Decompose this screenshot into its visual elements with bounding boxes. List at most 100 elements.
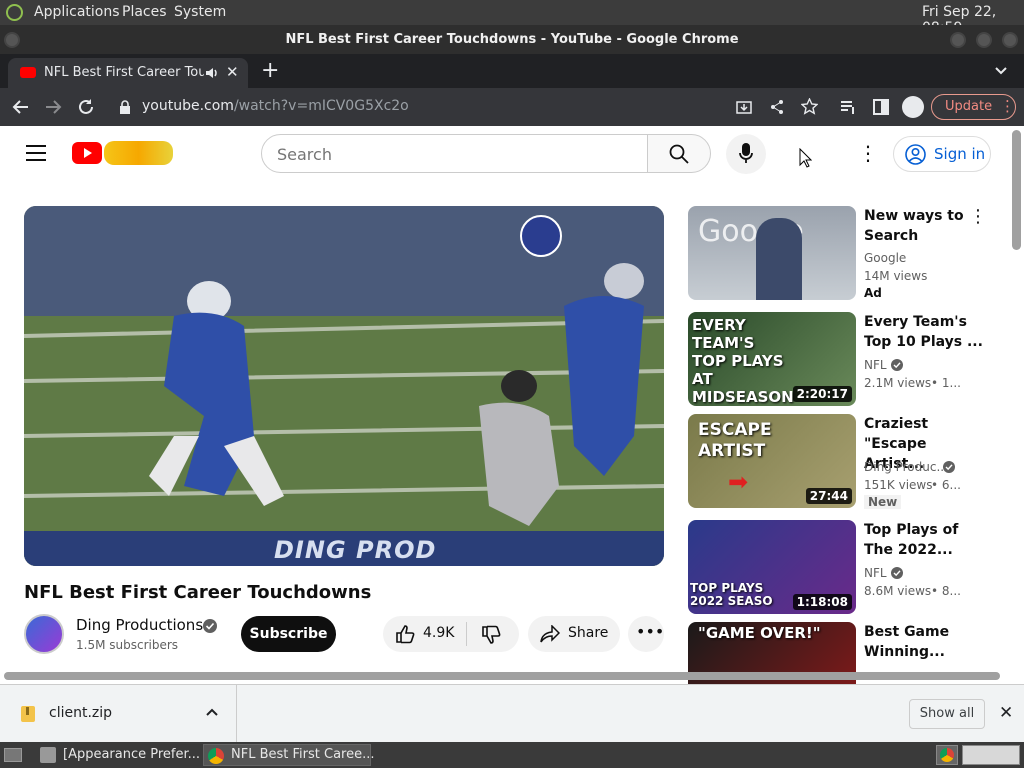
side-panel-icon[interactable]: [873, 99, 889, 115]
related-views-1: 2.1M views: [864, 376, 932, 390]
horizontal-scrollbar[interactable]: [4, 672, 1000, 680]
related-thumbnail-1[interactable]: EVERY TEAM'S TOP PLAYS AT MIDSEASON 2:20…: [688, 312, 856, 406]
subscribe-label: Subscribe: [249, 626, 328, 642]
subscribe-button[interactable]: Subscribe: [241, 616, 336, 652]
system-menu[interactable]: System: [174, 4, 226, 20]
download-shelf: client.zip Show all ✕: [0, 684, 1024, 743]
youtube-doodle-logo: [104, 141, 173, 165]
related-title-3-line2[interactable]: The 2022...: [864, 540, 984, 560]
related-thumbnail-0[interactable]: Google: [688, 206, 856, 300]
microphone-icon: [739, 143, 753, 163]
bookmark-star-icon[interactable]: [801, 98, 818, 115]
update-label: Update: [945, 99, 993, 114]
like-thumb-icon[interactable]: [395, 624, 415, 644]
related-views-0: 14M views: [864, 269, 928, 283]
new-tab-button[interactable]: +: [261, 58, 279, 83]
video-frame-image: [24, 206, 664, 566]
sign-in-button[interactable]: Sign in: [893, 136, 991, 172]
related-title-4-line2[interactable]: Winning...: [864, 642, 984, 662]
related-channel-2: Ding Produc...: [864, 460, 948, 474]
close-shelf-icon[interactable]: ✕: [999, 703, 1013, 723]
related-title-1-line1[interactable]: Every Team's: [864, 312, 984, 332]
close-tab-icon[interactable]: ✕: [226, 63, 239, 81]
chrome-mini-icon: [940, 748, 954, 762]
tab-search-chevron-icon[interactable]: [994, 66, 1008, 76]
taskbar-item-label: [Appearance Prefer...: [63, 747, 201, 762]
window-titlebar: NFL Best First Career Touchdowns - YouTu…: [0, 25, 1024, 54]
minimize-button[interactable]: [950, 32, 966, 48]
search-input[interactable]: [277, 142, 627, 166]
taskbar-item-chrome[interactable]: NFL Best First Caree...: [203, 744, 374, 766]
search-box[interactable]: [261, 134, 648, 173]
distro-logo-icon[interactable]: [6, 4, 23, 21]
channel-name[interactable]: Ding Productions: [76, 616, 203, 634]
appearance-app-icon: [40, 747, 56, 763]
search-button[interactable]: [647, 134, 711, 173]
show-all-button[interactable]: Show all: [909, 699, 985, 729]
url-field[interactable]: youtube.com/watch?v=mICV0G5Xc2o: [142, 98, 409, 114]
thumbnail-text: TOP PLAYS 2022 SEASO: [690, 581, 773, 608]
install-app-icon[interactable]: [736, 99, 752, 115]
download-filename[interactable]: client.zip: [49, 705, 112, 721]
related-age-1: • 1...: [931, 376, 961, 390]
forward-arrow-icon[interactable]: [44, 98, 62, 116]
video-player[interactable]: DING PROD: [24, 206, 664, 566]
more-actions-button[interactable]: •••: [628, 616, 664, 652]
voice-search-button[interactable]: [726, 134, 766, 174]
related-thumbnail-3[interactable]: TOP PLAYS 2022 SEASO 1:18:08: [688, 520, 856, 614]
chevron-up-icon[interactable]: [206, 708, 218, 716]
tab-youtube[interactable]: NFL Best First Career Touc ✕: [8, 58, 248, 88]
related-title-0-line1[interactable]: New ways to: [864, 206, 984, 226]
thumbnail-text: ESCAPE ARTIST: [698, 420, 772, 461]
youtube-page: ⋮ Sign in DING PROD NFL Best: [0, 126, 1024, 684]
taskbar-item-appearance[interactable]: [Appearance Prefer...: [36, 744, 201, 766]
dislike-thumb-icon[interactable]: [481, 625, 501, 645]
update-button[interactable]: Update ⋮: [931, 94, 1016, 120]
share-label: Share: [568, 625, 609, 641]
share-arrow-icon: [540, 625, 560, 643]
maximize-button[interactable]: [976, 32, 992, 48]
related-title-3-line1[interactable]: Top Plays of: [864, 520, 984, 540]
verified-badge-icon: [891, 359, 903, 371]
show-all-label: Show all: [919, 706, 975, 721]
settings-more-icon[interactable]: ⋮: [858, 141, 878, 165]
window-menu-icon[interactable]: [4, 32, 20, 48]
ad-badge: Ad: [864, 286, 882, 300]
play-triangle-icon: [84, 148, 92, 158]
video-duration: 1:18:08: [792, 594, 852, 610]
profile-avatar-icon[interactable]: [902, 96, 924, 118]
workspace-switcher-chrome-icon[interactable]: [936, 745, 958, 765]
applications-menu[interactable]: Applications: [34, 4, 120, 20]
places-menu[interactable]: Places: [122, 4, 167, 20]
related-channel-0: Google: [864, 251, 907, 265]
verified-badge-icon: [203, 619, 217, 633]
related-title-1-line2[interactable]: Top 10 Plays ...: [864, 332, 984, 352]
workspace-switcher[interactable]: [962, 745, 1020, 765]
related-title-0-line2[interactable]: Search: [864, 226, 984, 246]
vertical-scrollbar[interactable]: [1012, 130, 1021, 250]
share-button[interactable]: Share: [528, 616, 620, 652]
download-divider: [236, 685, 237, 743]
share-page-icon[interactable]: [769, 99, 785, 115]
related-title-4-line1[interactable]: Best Game: [864, 622, 984, 642]
back-arrow-icon[interactable]: [12, 98, 30, 116]
chrome-menu-icon: ⋮: [1000, 97, 1015, 115]
related-thumbnail-2[interactable]: ESCAPE ARTIST ➡ 27:44: [688, 414, 856, 508]
audio-playing-icon[interactable]: [205, 67, 219, 79]
youtube-logo[interactable]: [72, 142, 102, 164]
related-channel-3: NFL: [864, 566, 887, 580]
show-desktop-icon[interactable]: [4, 748, 22, 762]
channel-avatar[interactable]: [24, 614, 64, 654]
hamburger-menu-icon[interactable]: [26, 145, 46, 161]
lock-icon[interactable]: [119, 100, 131, 114]
related-more-icon[interactable]: ⋮: [969, 206, 987, 227]
reading-list-icon[interactable]: [840, 99, 856, 115]
url-host: youtube.com: [142, 98, 234, 114]
like-count[interactable]: 4.9K: [423, 625, 454, 641]
search-icon: [669, 144, 689, 164]
verified-badge-icon: [943, 461, 955, 473]
system-top-panel: Applications Places System Fri Sep 22, 0…: [0, 0, 1024, 36]
related-title-2-line1[interactable]: Craziest: [864, 414, 984, 434]
close-window-button[interactable]: [1002, 32, 1018, 48]
reload-icon[interactable]: [77, 98, 95, 116]
